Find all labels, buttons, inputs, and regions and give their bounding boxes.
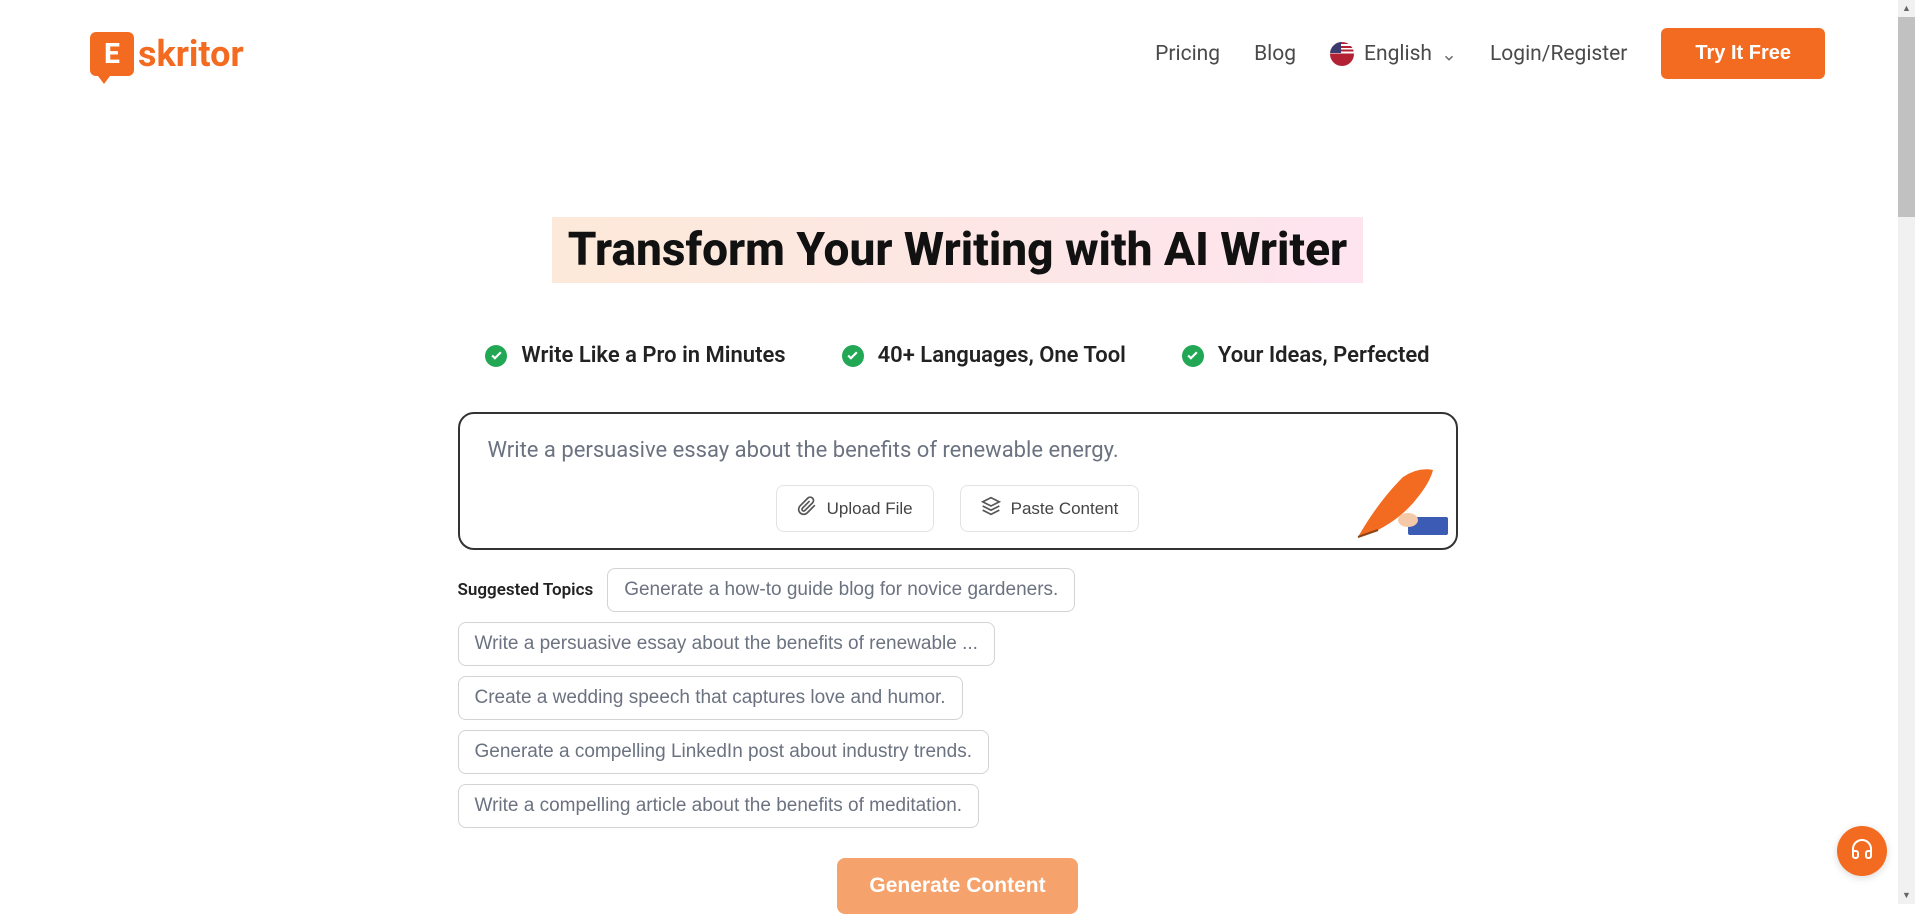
topic-chip[interactable]: Write a persuasive essay about the benef… [458,622,995,666]
check-icon [1182,345,1204,367]
flag-icon [1330,42,1354,66]
feature-item: Write Like a Pro in Minutes [485,343,785,368]
scrollbar-thumb[interactable] [1898,17,1915,217]
hero-section: Transform Your Writing with AI Writer Wr… [0,107,1915,914]
logo[interactable]: E skritor [90,32,244,76]
feature-item: 40+ Languages, One Tool [842,343,1126,368]
layers-icon [981,496,1001,521]
hero-headline: Transform Your Writing with AI Writer [552,217,1363,283]
headset-icon [1850,837,1874,865]
input-actions: Upload File Paste Content [488,485,1428,532]
primary-nav: Pricing Blog English Login/Register Try … [1155,28,1825,79]
scrollbar[interactable]: ▲ ▼ [1898,0,1915,904]
feature-item: Your Ideas, Perfected [1182,343,1430,368]
paste-content-label: Paste Content [1011,499,1119,519]
suggested-topics: Suggested Topics Generate a how-to guide… [458,568,1458,828]
try-free-button[interactable]: Try It Free [1661,28,1825,79]
chevron-down-icon [1442,47,1456,61]
topic-chip[interactable]: Create a wedding speech that captures lo… [458,676,963,720]
topic-chip[interactable]: Generate a how-to guide blog for novice … [607,568,1075,612]
prompt-input-box: Upload File Paste Content [458,412,1458,550]
logo-text: skritor [138,33,244,75]
feature-text: Write Like a Pro in Minutes [521,343,785,368]
feature-text: 40+ Languages, One Tool [878,343,1126,368]
check-icon [485,345,507,367]
language-selector[interactable]: English [1330,42,1456,66]
header: E skritor Pricing Blog English Login/Reg… [0,0,1915,107]
nav-login-register[interactable]: Login/Register [1490,42,1627,66]
nav-blog[interactable]: Blog [1254,42,1296,66]
prompt-input[interactable] [488,438,1428,463]
suggested-topics-label: Suggested Topics [458,580,594,600]
upload-file-button[interactable]: Upload File [776,485,934,532]
check-icon [842,345,864,367]
feature-text: Your Ideas, Perfected [1218,343,1430,368]
topic-chip[interactable]: Generate a compelling LinkedIn post abou… [458,730,989,774]
nav-pricing[interactable]: Pricing [1155,42,1220,66]
language-label: English [1364,42,1432,66]
upload-file-label: Upload File [827,499,913,519]
help-chat-button[interactable] [1837,826,1887,876]
scroll-down-arrow[interactable]: ▼ [1898,887,1915,904]
paste-content-button[interactable]: Paste Content [960,485,1140,532]
scroll-up-arrow[interactable]: ▲ [1898,0,1915,17]
paperclip-icon [797,496,817,521]
generate-content-button[interactable]: Generate Content [837,858,1077,914]
quill-illustration [1348,462,1448,542]
logo-icon: E [90,32,134,76]
feature-list: Write Like a Pro in Minutes 40+ Language… [0,343,1915,368]
topic-chip[interactable]: Write a compelling article about the ben… [458,784,980,828]
